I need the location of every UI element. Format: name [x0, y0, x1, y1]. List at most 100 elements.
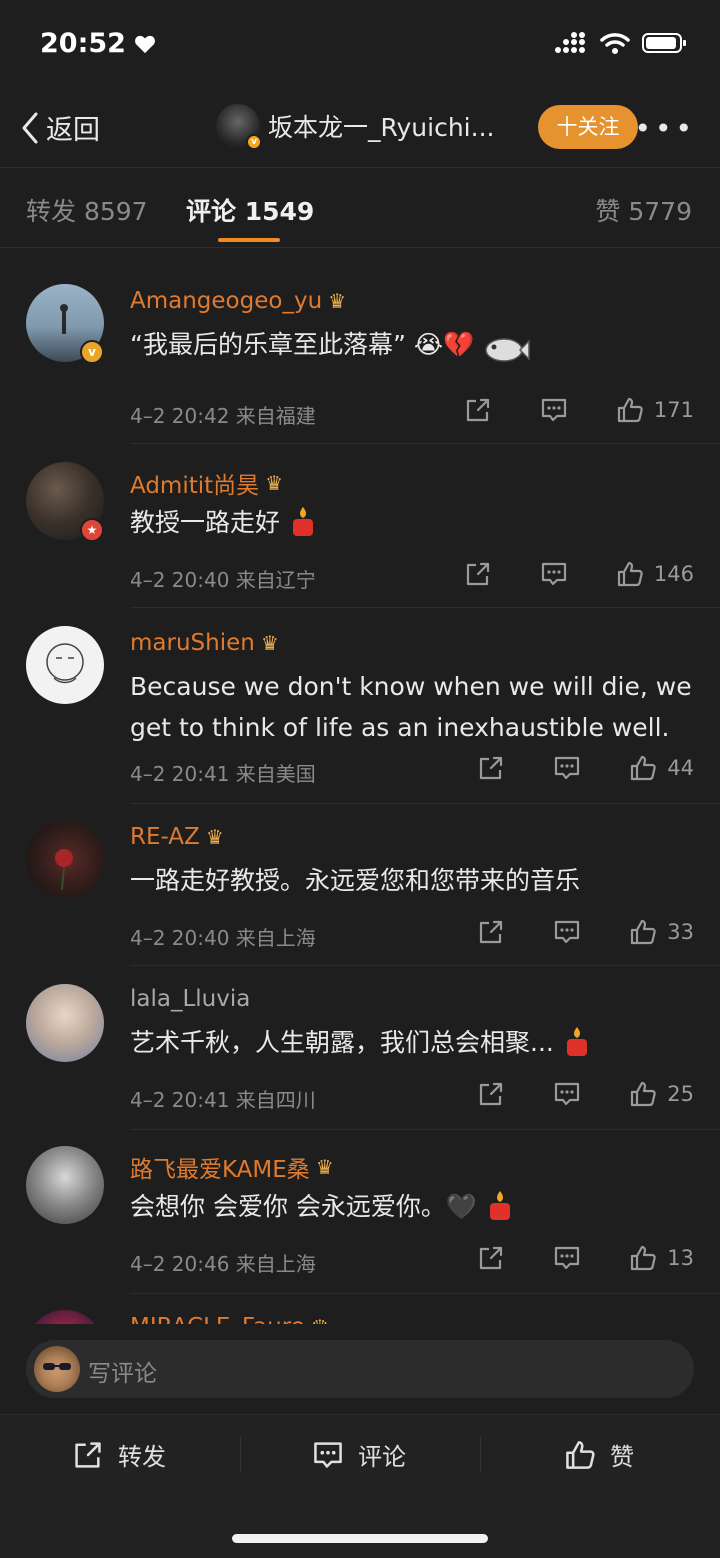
fish-sticker-icon — [485, 338, 530, 362]
avatar-sketch-icon — [46, 643, 84, 684]
thumbs-up-icon — [631, 755, 656, 781]
comment-text: 艺术千秋，人生朝露，我们总会相聚... — [130, 1022, 700, 1063]
emoji-crying-broken-heart-icon: 😭💔 — [413, 330, 475, 359]
verified-badge-icon: v — [246, 134, 262, 150]
crown-badge-icon: ♛ — [315, 1155, 334, 1179]
share-icon[interactable] — [477, 754, 505, 782]
commenter-name-text[interactable]: Admitit尚昊 — [130, 466, 259, 500]
commenter-name[interactable]: 路飞最爱KAME桑 ♛ — [130, 1150, 334, 1184]
crown-badge-icon: ♛ — [265, 471, 284, 495]
comment-label: 评论 — [358, 1443, 406, 1471]
comment-icon[interactable] — [553, 754, 581, 782]
author-avatar[interactable]: v — [216, 104, 262, 150]
comment-icon[interactable] — [540, 396, 568, 424]
crown-badge-icon: ♛ — [311, 1315, 329, 1324]
status-indicators — [554, 32, 688, 54]
comment-icon[interactable] — [553, 918, 581, 946]
candle-icon — [566, 1027, 587, 1056]
share-icon[interactable] — [464, 396, 492, 424]
like-button[interactable]: 13 — [629, 1244, 694, 1272]
follow-button[interactable]: 十关注 — [538, 105, 638, 149]
comment-text-content: 会想你 会爱你 会永远爱你。🖤 — [130, 1192, 478, 1221]
comment-actions: 13 — [477, 1244, 694, 1272]
crown-badge-icon: ♛ — [260, 631, 279, 655]
comment-meta: 4–2 20:40 来自辽宁 — [130, 568, 316, 592]
top-nav-bar: 返回 v 坂本龙一_Ryuichi... 十关注 ••• — [0, 92, 720, 168]
tab-reposts[interactable]: 转发 8597 — [26, 192, 148, 228]
comment-icon[interactable] — [553, 1244, 581, 1272]
thumbs-up-icon — [566, 1440, 595, 1469]
commenter-name[interactable]: lala_Lluvia — [130, 986, 250, 1012]
bar-divider — [480, 1437, 481, 1473]
comment-actions: 44 — [477, 754, 694, 782]
comment-icon — [314, 1441, 342, 1468]
comment-button[interactable]: 评论 — [312, 1437, 406, 1472]
share-icon[interactable] — [464, 560, 492, 588]
more-options-button[interactable]: ••• — [634, 112, 696, 145]
status-bar: 20:52 — [0, 0, 720, 92]
crown-badge-icon: ♛ — [328, 289, 347, 313]
comment-item: maruShien ♛ Because we don't know when w… — [0, 608, 720, 804]
comment-text: 会想你 会爱你 会永远爱你。🖤 — [130, 1186, 700, 1227]
comment-meta: 4–2 20:40 来自上海 — [130, 926, 316, 950]
thumbs-up-icon — [617, 561, 643, 587]
comment-item: ★ Admitit尚昊 ♛ 教授一路走好 4–2 20:40 来自辽宁 146 — [0, 444, 720, 608]
commenter-name[interactable]: maruShien ♛ — [130, 630, 279, 656]
like-button[interactable]: 146 — [616, 560, 694, 588]
tab-likes[interactable]: 赞 5779 — [595, 192, 692, 228]
repost-button[interactable]: 转发 — [72, 1437, 166, 1472]
commenter-name[interactable]: RE-AZ ♛ — [130, 824, 224, 850]
comment-icon[interactable] — [540, 560, 568, 588]
commenter-avatar[interactable] — [26, 1146, 104, 1224]
comment-text: 一路走好教授。永远爱您和您带来的音乐 — [130, 866, 581, 895]
thumbs-up-icon — [631, 919, 656, 945]
comment-text-content: 艺术千秋，人生朝露，我们总会相聚... — [130, 1028, 554, 1057]
comment-input[interactable]: 写评论 — [26, 1340, 694, 1398]
commenter-name[interactable]: Admitit尚昊 ♛ — [130, 466, 283, 500]
star-badge-icon: ★ — [80, 518, 104, 542]
comment-item: 路飞最爱KAME桑 ♛ 会想你 会爱你 会永远爱你。🖤 4–2 20:46 来自… — [0, 1130, 720, 1294]
heart-icon — [135, 35, 155, 53]
commenter-name[interactable]: Amangeogeo_yu ♛ — [130, 288, 346, 314]
share-icon[interactable] — [477, 1244, 505, 1272]
commenter-name-text[interactable]: RE-AZ — [130, 824, 200, 850]
tab-comments[interactable]: 评论 1549 — [186, 192, 314, 228]
comment-item: lala_Lluvia 艺术千秋，人生朝露，我们总会相聚... 4–2 20:4… — [0, 966, 720, 1130]
like-button[interactable]: 25 — [629, 1080, 694, 1108]
comment-text: Because we don't know when we will die, … — [130, 672, 692, 742]
cellular-signal-icon — [555, 32, 585, 53]
like-button[interactable]: 44 — [629, 754, 694, 782]
comment-meta: 4–2 20:42 来自福建 — [130, 404, 316, 428]
comment-list: v Amangeogeo_yu ♛ “我最后的乐章至此落幕” 😭💔 4–2 20… — [0, 250, 720, 1324]
commenter-name-text[interactable]: maruShien — [130, 630, 255, 656]
home-indicator[interactable] — [232, 1534, 488, 1543]
comment-item: v Amangeogeo_yu ♛ “我最后的乐章至此落幕” 😭💔 4–2 20… — [0, 250, 720, 444]
commenter-name-text[interactable]: 路飞最爱KAME桑 — [130, 1150, 310, 1184]
comment-icon[interactable] — [553, 1080, 581, 1108]
like-button[interactable]: 33 — [629, 918, 694, 946]
share-icon[interactable] — [477, 918, 505, 946]
commenter-name-text[interactable]: MIRACLE_Faure — [130, 1314, 305, 1324]
candle-icon — [489, 1191, 510, 1220]
like-count: 44 — [667, 756, 694, 780]
crown-badge-icon: ♛ — [205, 825, 224, 849]
comment-text: 教授一路走好 — [130, 502, 700, 543]
commenter-avatar[interactable] — [26, 820, 104, 898]
commenter-name-text[interactable]: lala_Lluvia — [130, 986, 250, 1012]
share-icon — [75, 1441, 101, 1468]
post-tabs: 转发 8597 评论 1549 赞 5779 — [0, 168, 720, 248]
author-name[interactable]: 坂本龙一_Ryuichi... — [268, 108, 494, 144]
commenter-name-text[interactable]: Amangeogeo_yu — [130, 288, 322, 314]
thumbs-up-icon — [631, 1081, 656, 1107]
like-post-button[interactable]: 赞 — [564, 1437, 634, 1472]
commenter-avatar[interactable] — [26, 984, 104, 1062]
wifi-icon — [600, 33, 630, 54]
commenter-name[interactable]: MIRACLE_Faure ♛ — [130, 1314, 329, 1324]
author-header[interactable]: v 坂本龙一_Ryuichi... — [216, 104, 494, 150]
like-button[interactable]: 171 — [616, 396, 694, 424]
back-button[interactable]: 返回 — [20, 108, 100, 147]
commenter-avatar[interactable] — [26, 626, 104, 704]
commenter-avatar[interactable] — [26, 1310, 104, 1324]
share-icon[interactable] — [477, 1080, 505, 1108]
clock-text: 20:52 — [40, 28, 126, 59]
